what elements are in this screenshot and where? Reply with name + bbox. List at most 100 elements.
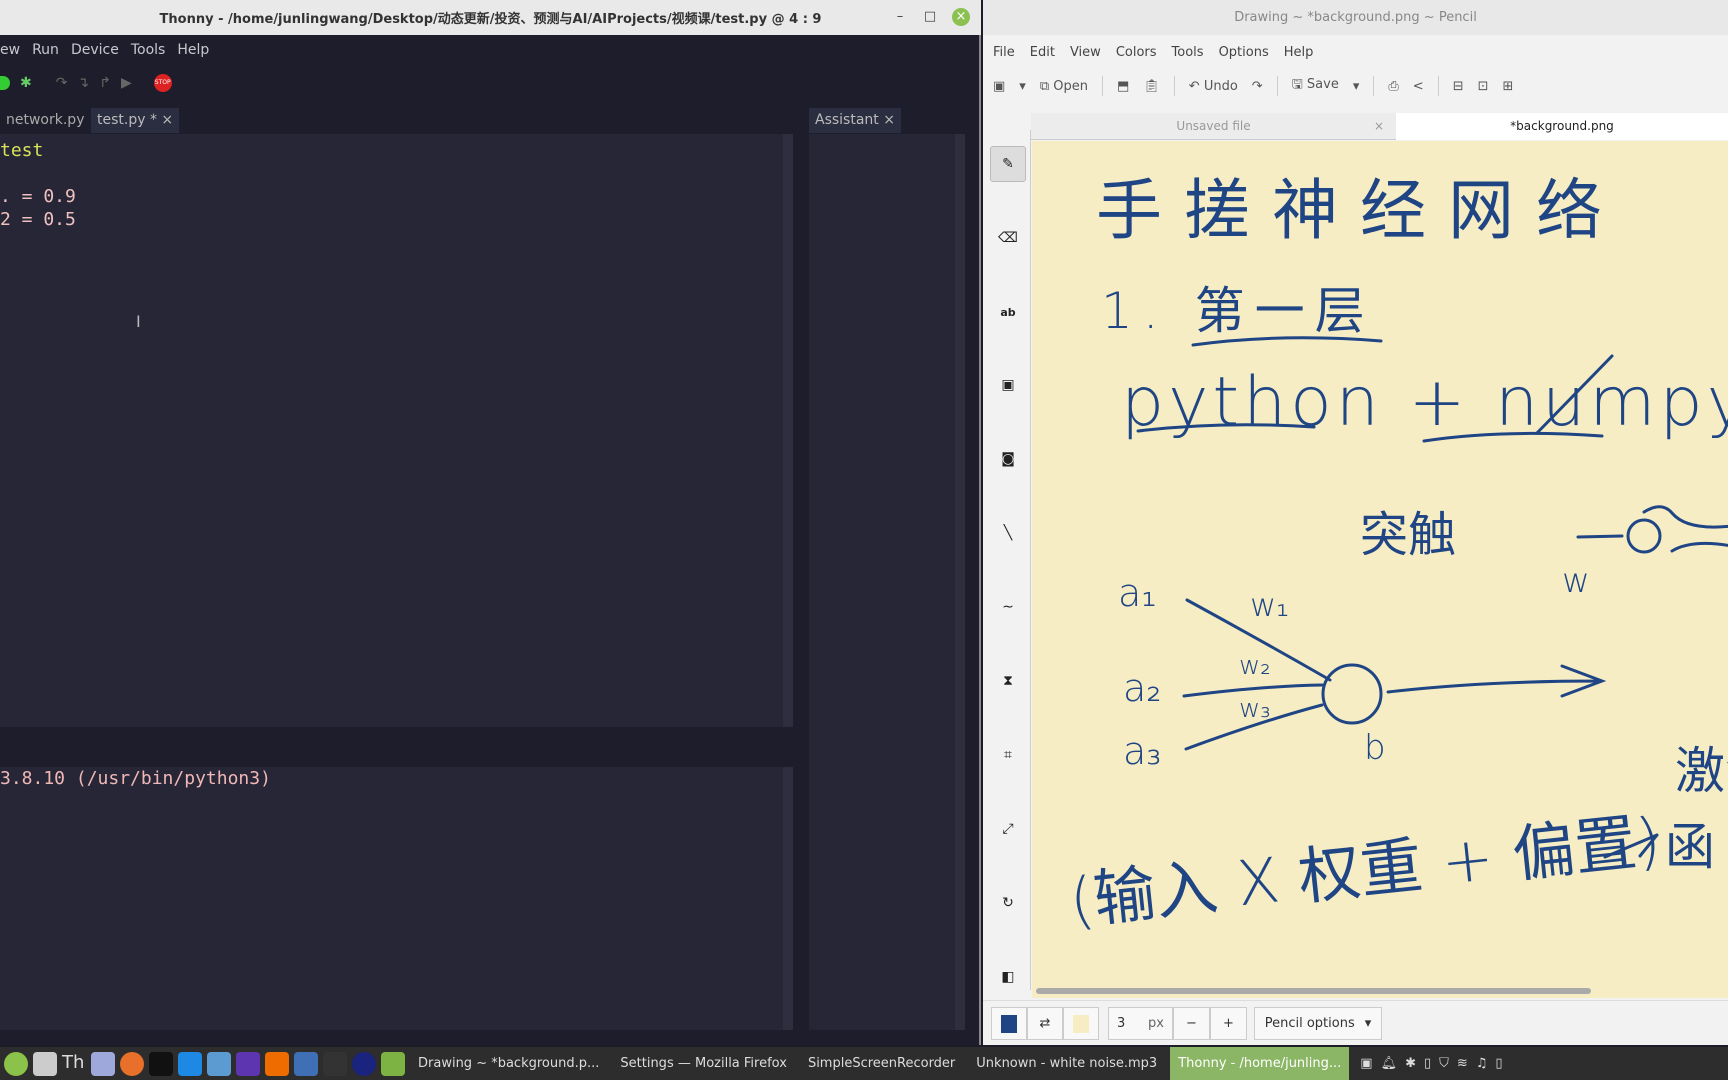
rotate-tool-icon[interactable]: ↻ xyxy=(990,885,1026,921)
open-button[interactable]: ⧉ Open xyxy=(1040,79,1088,94)
size-input[interactable]: 3 px xyxy=(1108,1007,1173,1040)
share-icon[interactable]: < xyxy=(1413,79,1424,94)
thonny-titlebar: Thonny - /home/junlingwang/Desktop/动态更新/… xyxy=(0,0,981,35)
task-audio[interactable]: Unknown - white noise.mp3 xyxy=(968,1047,1165,1080)
save-dropdown-icon[interactable]: ▾ xyxy=(1353,79,1360,94)
eraser-tool-icon[interactable]: ⌫ xyxy=(990,220,1026,256)
tab-assistant[interactable]: Assistant × xyxy=(809,108,901,133)
tab-unsaved-file[interactable]: Unsaved file × xyxy=(1031,113,1396,140)
close-tab-icon[interactable]: × xyxy=(1374,113,1384,140)
document-tabs: Unsaved file × *background.png xyxy=(1031,113,1728,140)
input-a2: a₂ xyxy=(1123,666,1162,710)
tab-test-py[interactable]: test.py * × xyxy=(91,108,180,133)
redo-icon[interactable]: ↷ xyxy=(1252,79,1263,94)
menu-help[interactable]: Help xyxy=(177,42,209,58)
primary-color-button[interactable] xyxy=(991,1007,1027,1040)
zoom-out-icon[interactable]: ⊟ xyxy=(1453,79,1464,94)
maximize-button[interactable]: □ xyxy=(921,8,939,26)
shell-panel[interactable]: 3.8.10 (/usr/bin/python3) xyxy=(0,767,793,1030)
pencil-tool-icon[interactable]: ✎ xyxy=(990,146,1026,182)
system-tray-icons[interactable]: ▣🔔︎✱▯⛉≋♫▯ xyxy=(1360,1056,1510,1071)
warp-tool-icon[interactable]: ⧗ xyxy=(990,663,1026,699)
menu-icon[interactable] xyxy=(4,1051,28,1076)
search-icon[interactable] xyxy=(33,1051,57,1076)
heading-handwritten: 手搓神经网络 xyxy=(1096,172,1624,249)
window-title: Drawing ~ *background.png ~ Pencil xyxy=(1234,10,1477,25)
task-screenrecorder[interactable]: SimpleScreenRecorder xyxy=(800,1047,963,1080)
pencil-launcher-icon[interactable] xyxy=(207,1051,231,1076)
app-icon[interactable] xyxy=(352,1051,376,1076)
minimize-button[interactable]: – xyxy=(891,8,909,26)
media-player-icon[interactable] xyxy=(236,1051,260,1076)
assistant-scrollbar[interactable] xyxy=(955,134,965,1030)
gradient-tool-icon[interactable]: ◧ xyxy=(990,959,1026,995)
menu-help[interactable]: Help xyxy=(1284,45,1314,60)
menu-device[interactable]: Device xyxy=(71,42,119,58)
output-arrow xyxy=(1386,664,1607,698)
task-drawing[interactable]: Drawing ~ *background.p... xyxy=(410,1047,607,1080)
drawing-canvas[interactable]: 手搓神经网络 1. 第一层 python + numpy 突触 w a₁ a₂ … xyxy=(1032,141,1728,984)
menu-run[interactable]: Run xyxy=(32,42,59,58)
step-into-icon[interactable]: ↴ xyxy=(77,75,89,91)
size-increase-button[interactable]: + xyxy=(1210,1007,1247,1040)
new-icon[interactable]: ▣ xyxy=(993,79,1005,94)
files-icon[interactable] xyxy=(381,1051,405,1076)
recorder-icon[interactable] xyxy=(294,1051,318,1076)
section-handwritten: 1. 第一层 xyxy=(1101,282,1375,340)
size-decrease-button[interactable]: − xyxy=(1173,1007,1210,1040)
horizontal-scrollbar[interactable] xyxy=(1032,984,1728,998)
rect-select-icon[interactable]: ▣ xyxy=(990,367,1026,403)
debug-icon[interactable]: ✱ xyxy=(20,75,32,91)
menu-edit[interactable]: Edit xyxy=(1030,45,1055,60)
import-icon[interactable]: ⬒ xyxy=(1117,79,1129,94)
zoom-100-icon[interactable]: ⊡ xyxy=(1478,79,1489,94)
vlc-icon[interactable] xyxy=(265,1051,289,1076)
task-firefox[interactable]: Settings — Mozilla Firefox xyxy=(612,1047,795,1080)
undo-button[interactable]: ↶ Undo xyxy=(1189,79,1238,94)
crop-tool-icon[interactable]: ⌗ xyxy=(990,737,1026,773)
save-button[interactable]: 🖫︎ Save xyxy=(1292,75,1339,97)
firefox-icon[interactable] xyxy=(120,1051,144,1076)
line-tool-icon[interactable]: ╲ xyxy=(990,515,1026,551)
app-icon[interactable] xyxy=(178,1051,202,1076)
code-line: test xyxy=(0,140,44,161)
code-editor[interactable]: test . = 0.9 2 = 0.5 I xyxy=(0,134,793,727)
bias-b: b xyxy=(1364,728,1386,768)
menu-file[interactable]: File xyxy=(993,45,1015,60)
step-out-icon[interactable]: ↱ xyxy=(99,75,111,91)
scale-tool-icon[interactable]: ⤢ xyxy=(990,811,1026,847)
step-over-icon[interactable]: ↷ xyxy=(56,75,68,91)
secondary-color-button[interactable] xyxy=(1063,1007,1099,1040)
free-select-icon[interactable]: ◙ xyxy=(990,441,1026,477)
close-button[interactable]: × xyxy=(952,8,970,26)
print-icon[interactable]: ⎙ xyxy=(1388,79,1398,94)
menu-view[interactable]: ew xyxy=(0,42,20,58)
task-thonny[interactable]: Thonny - /home/junling... xyxy=(1170,1047,1350,1080)
menu-tools[interactable]: Tools xyxy=(1172,45,1204,60)
curve-tool-icon[interactable]: ∼ xyxy=(990,589,1026,625)
new-dropdown-icon[interactable]: ▾ xyxy=(1019,79,1026,94)
stop-icon[interactable]: STOP xyxy=(153,74,172,92)
toolbar: ▣ ▾ ⧉ Open ⬒ 📋︎ ↶ Undo ↷ 🖫︎ Save ▾ ⎙ < ⊟… xyxy=(993,74,1513,98)
menu-colors[interactable]: Colors xyxy=(1116,45,1157,60)
shell-scrollbar[interactable] xyxy=(783,767,793,1030)
terminal-icon[interactable] xyxy=(149,1051,173,1076)
text-editor-icon[interactable] xyxy=(91,1051,115,1076)
video-editor-icon[interactable] xyxy=(323,1051,347,1076)
menu-options[interactable]: Options xyxy=(1219,45,1269,60)
text-tool-icon[interactable]: ab xyxy=(990,294,1026,330)
pencil-options-dropdown[interactable]: Pencil options ▾ xyxy=(1254,1007,1382,1040)
editor-scrollbar[interactable] xyxy=(783,134,793,727)
swap-colors-icon[interactable]: ⇄ xyxy=(1027,1007,1063,1040)
run-icon[interactable] xyxy=(0,76,10,90)
menu-view[interactable]: View xyxy=(1070,45,1101,60)
menu-tools[interactable]: Tools xyxy=(131,42,166,58)
thonny-launcher-icon[interactable]: Th xyxy=(62,1052,86,1076)
synapse-w-label: w xyxy=(1562,561,1590,601)
tab-background-png[interactable]: *background.png xyxy=(1396,113,1728,140)
clipboard-icon[interactable]: 📋︎ xyxy=(1143,79,1160,94)
synapse-sketch xyxy=(1576,505,1728,553)
zoom-in-icon[interactable]: ⊞ xyxy=(1503,79,1514,94)
weight-w1: w₁ xyxy=(1250,586,1289,624)
resume-icon[interactable]: ▶ xyxy=(121,75,132,91)
